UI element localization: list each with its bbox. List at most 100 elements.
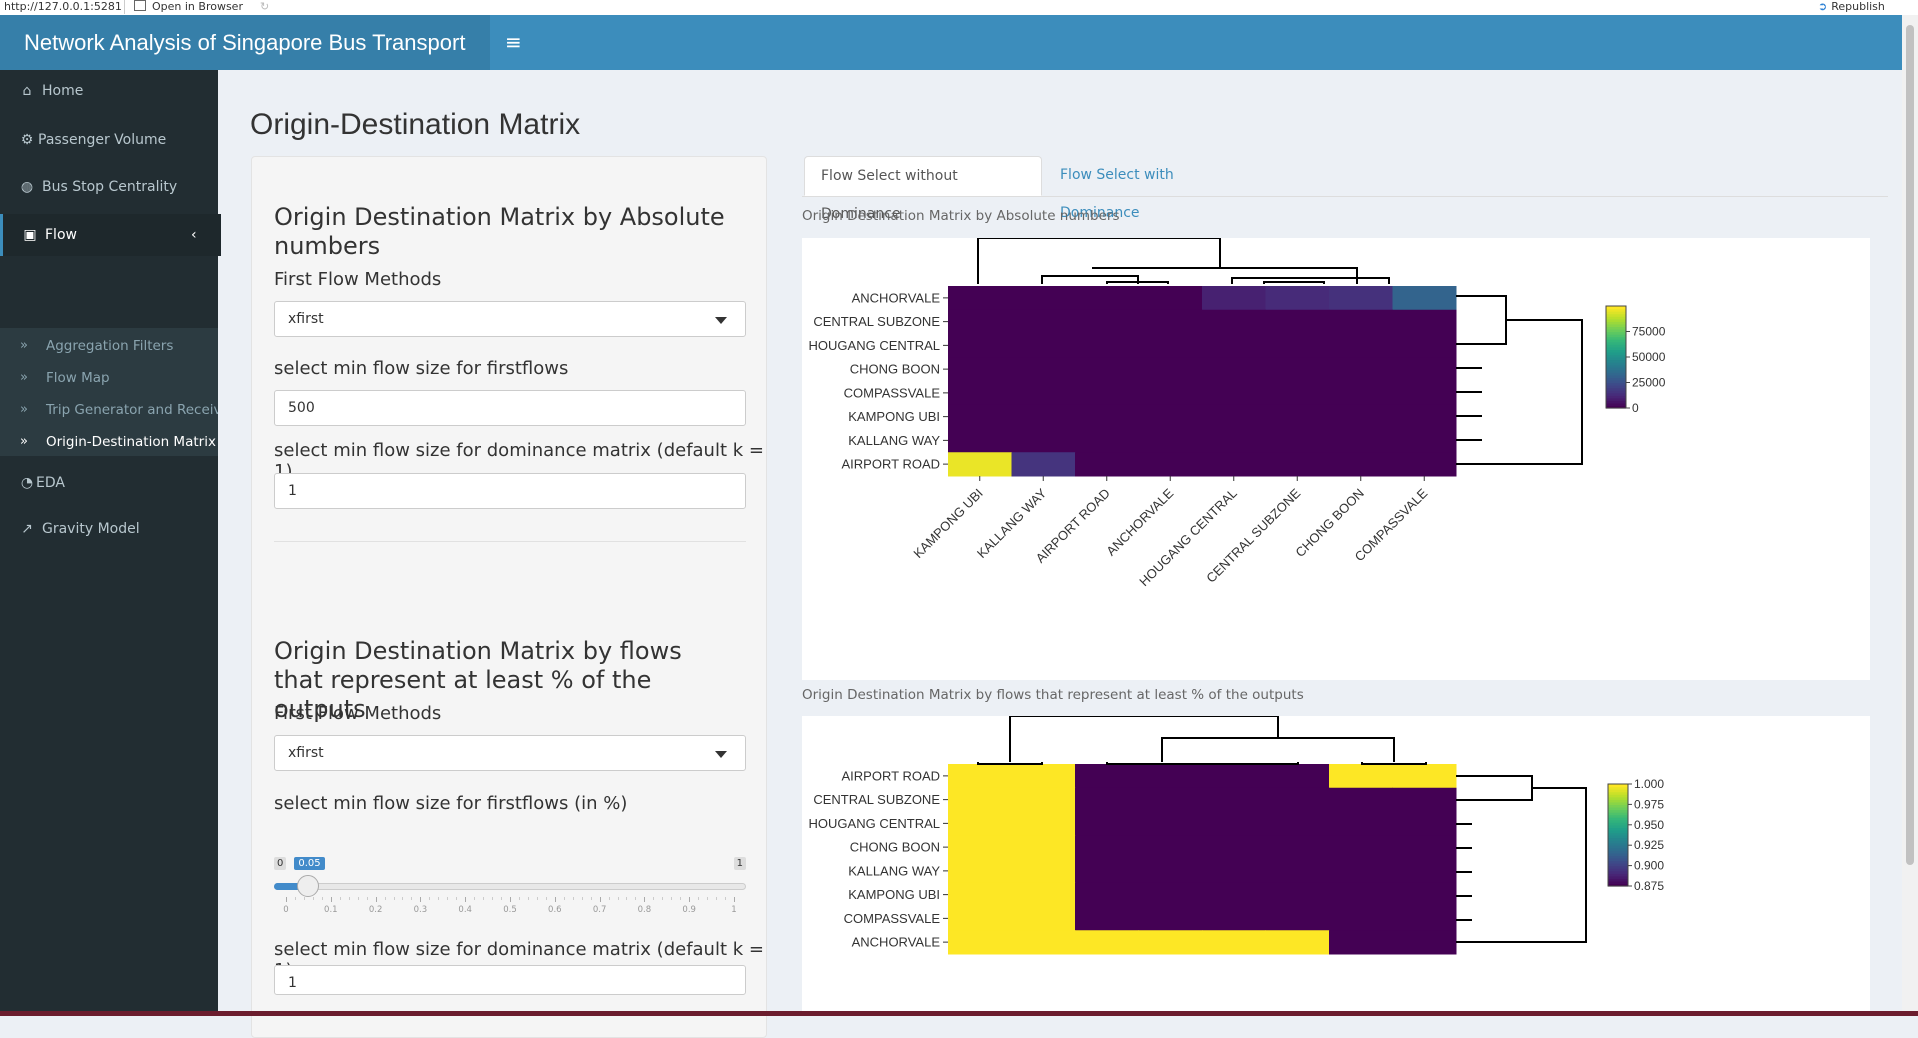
heatmap-cell <box>1202 764 1266 789</box>
sidebar-item-flow[interactable]: ▣ Flow ‹ <box>0 214 221 256</box>
slider-tick <box>635 897 637 900</box>
heatmap-cell <box>1138 930 1203 955</box>
republish-label: Republish <box>1831 0 1885 13</box>
tab-flow-select-with-dominance[interactable]: Flow Select with Dominance <box>1044 156 1244 221</box>
slider-tick <box>608 897 610 900</box>
row-label: AIRPORT ROAD <box>842 457 940 472</box>
tab-flow-select-without-dominance[interactable]: Flow Select without Dominance <box>804 156 1042 222</box>
slider-tick <box>483 897 485 900</box>
bus-icon: ▣ <box>23 227 37 243</box>
sidebar-toggle-icon[interactable]: ≡ <box>505 15 529 70</box>
heatmap-cell <box>1202 835 1266 860</box>
section1-method-select[interactable]: xfirst <box>274 301 746 337</box>
heatmap-cell <box>1202 333 1266 358</box>
heatmap-cell <box>1075 787 1139 812</box>
heatmap-cell <box>1329 357 1393 382</box>
heatmap-cell <box>1075 930 1139 955</box>
heatmap-cell <box>1329 906 1393 931</box>
url-text[interactable]: http://127.0.0.1:5281 <box>4 0 122 13</box>
slider-tick <box>465 897 467 902</box>
open-in-browser-button[interactable]: Open in Browser <box>134 0 243 13</box>
slider-tick <box>402 897 404 900</box>
heatmap-cell <box>1011 882 1076 907</box>
page-scrollbar[interactable] <box>1902 15 1918 1011</box>
slider-tick <box>286 897 287 902</box>
slider-tick <box>527 897 529 900</box>
caret-down-icon <box>715 751 727 758</box>
heatmap-cell <box>1075 309 1139 334</box>
heatmap-cell <box>1265 309 1330 334</box>
section2-method-select[interactable]: xfirst <box>274 735 746 771</box>
slider-track[interactable] <box>274 883 746 890</box>
row-label: ANCHORVALE <box>852 290 941 305</box>
firstflows-percent-slider[interactable]: 0 0.05 1 0 0.1 0.2 0.3 0.4 0.5 0.6 0.7 0.8 0.9 1 <box>274 857 746 917</box>
republish-icon: ➲ <box>1818 0 1828 13</box>
heatmap-cell <box>1011 787 1076 812</box>
heatmap-cell <box>1265 452 1330 477</box>
scrollbar-thumb[interactable] <box>1906 25 1914 865</box>
caret-down-icon <box>715 317 727 324</box>
tab-bar: Flow Select without Dominance Flow Selec… <box>802 156 1888 222</box>
slider-tick <box>501 897 503 900</box>
heatmap-cell <box>1265 787 1330 812</box>
slider-tick <box>447 897 449 900</box>
sidebar-item-home[interactable]: ⌂ Home <box>0 70 218 112</box>
heatmap-cell <box>1202 381 1266 406</box>
heatmap-cell <box>1392 859 1457 884</box>
sidebar-item-passenger-volume[interactable]: ⚙ Passenger Volume <box>0 119 218 161</box>
slider-tick <box>590 897 592 900</box>
sidebar-item-eda[interactable]: ◔ EDA <box>0 462 218 504</box>
slider-max-label: 1 <box>733 857 746 870</box>
heatmap-cell <box>1392 811 1457 836</box>
heatmap-cell <box>1265 811 1330 836</box>
section1-dominance-input[interactable]: 1 <box>274 473 746 509</box>
heatmap-cell <box>1329 452 1393 477</box>
heatmap-cell <box>1075 882 1139 907</box>
heatmap-cell <box>1329 381 1393 406</box>
heatmap-cell <box>1011 404 1076 429</box>
heatmap-cell <box>1329 764 1393 789</box>
heatmap-cell <box>1329 930 1393 955</box>
heatmap-cell <box>1138 404 1203 429</box>
section1-minflow-input[interactable]: 500 <box>274 390 746 426</box>
sidebar-subitem-od-matrix[interactable]: » Origin-Destination Matrix <box>0 426 218 456</box>
slider-tick-label: 0.3 <box>413 905 428 915</box>
section2-dominance-input[interactable]: 1 <box>274 965 746 995</box>
heatmap-cell <box>1265 906 1330 931</box>
row-label: HOUGANG CENTRAL <box>809 338 940 353</box>
heatmap-cell <box>1202 882 1266 907</box>
sidebar-item-gravity-model[interactable]: ↗ Gravity Model <box>0 508 218 550</box>
heatmap-cell <box>1329 404 1393 429</box>
heatmap-cell <box>1011 859 1076 884</box>
select-value: xfirst <box>288 311 324 327</box>
slider-tick <box>626 897 628 900</box>
heatmap-cell <box>1392 452 1457 477</box>
sidebar-item-label: EDA <box>36 475 65 491</box>
sidebar: ⌂ Home ⚙ Passenger Volume ◍ Bus Stop Cen… <box>0 70 221 1016</box>
sidebar-subitem-trip-generator[interactable]: » Trip Generator and Receiver <box>0 394 218 426</box>
heatmap-cell <box>1011 811 1076 836</box>
heatmap-percent-svg: AIRPORT ROAD CENTRAL SUBZONE HOUGANG CENTR… <box>809 716 1664 955</box>
heatmap-cell <box>1202 452 1266 477</box>
reload-icon[interactable]: ↻ <box>260 0 269 13</box>
slider-tick <box>554 897 556 902</box>
heatmap-cell <box>1392 835 1457 860</box>
heatmap-cell <box>948 404 1012 429</box>
sidebar-subitem-flow-map[interactable]: » Flow Map <box>0 362 218 394</box>
app-title: Network Analysis of Singapore Bus Transp… <box>0 15 490 70</box>
sidebar-item-bus-stop-centrality[interactable]: ◍ Bus Stop Centrality <box>0 166 218 208</box>
heatmap-cell <box>1075 428 1139 453</box>
heatmap-cell <box>948 811 1012 836</box>
slider-handle[interactable] <box>297 875 320 897</box>
heatmap-cell <box>948 787 1012 812</box>
sidebar-subitem-aggregation-filters[interactable]: » Aggregation Filters <box>0 330 218 362</box>
heatmap-cell <box>1138 906 1203 931</box>
heatmap-cell <box>1392 357 1457 382</box>
slider-tick <box>510 897 511 902</box>
heatmap-cell <box>1202 357 1266 382</box>
sidebar-subitem-label: Flow Map <box>46 370 110 386</box>
heatmap-cell <box>1392 882 1457 907</box>
slider-tick <box>707 897 709 900</box>
republish-button[interactable]: ➲ Republish <box>1818 0 1885 13</box>
slider-ticks: 0 0.1 0.2 0.3 0.4 0.5 0.6 0.7 0.8 0.9 1 <box>283 897 746 917</box>
